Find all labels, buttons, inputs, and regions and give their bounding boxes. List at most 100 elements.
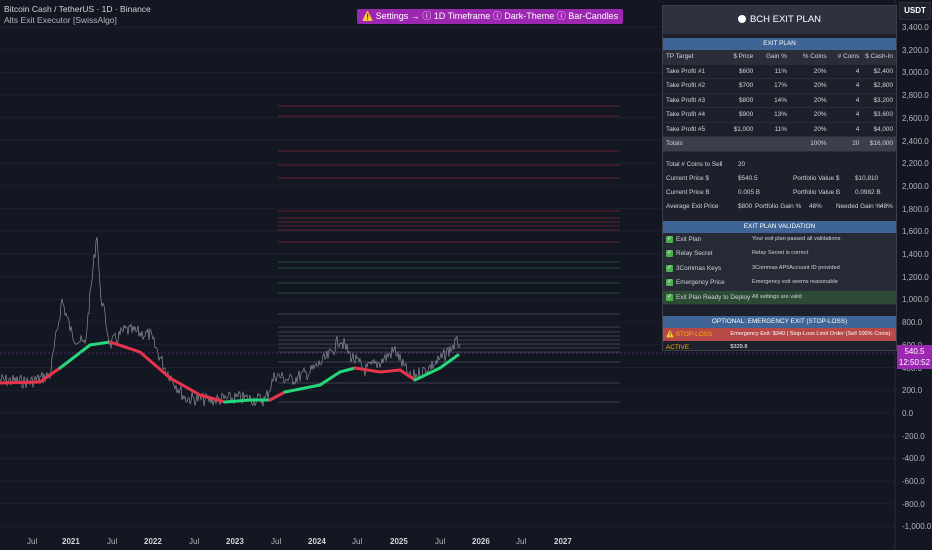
price-axis-label: -200.0 xyxy=(902,431,925,441)
validation-message: Relay Secret is correct xyxy=(752,250,809,256)
col-price: $ Price xyxy=(733,53,754,60)
checkmark-icon: ✓ xyxy=(666,293,673,301)
trend-ribbon xyxy=(353,366,382,374)
plan-cell: 4 xyxy=(855,82,860,89)
time-axis-label: 2026 xyxy=(472,537,490,546)
needed-gain-label: Needed Gain % xyxy=(836,202,882,210)
plan-cell: $800 xyxy=(739,96,754,104)
stop-loss-message: Emergency Exit: $340 | Stop-Loss Limit O… xyxy=(730,331,892,350)
time-axis-label: 2025 xyxy=(390,537,408,546)
trend-ribbon xyxy=(223,398,252,404)
plan-cell: $900 xyxy=(739,111,754,118)
plan-cell: 20% xyxy=(813,125,827,133)
validation-row: ✓ Exit Plan Your exit plan passed all vali… xyxy=(663,232,896,247)
panel-title-text: BCH EXIT PLAN xyxy=(749,14,822,25)
totals-gain xyxy=(753,137,787,151)
portfolio-btc-value: 0.0982 B xyxy=(855,188,881,196)
exit-plan-section-header: EXIT PLAN xyxy=(663,38,896,50)
plan-cell: Take Profit #1 xyxy=(666,67,706,75)
plan-cell: $3,200 xyxy=(873,96,893,104)
settings-banner: ⚠️ Settings → ⓘ 1D Timeframe ⓘ Dark-Them… xyxy=(357,9,624,24)
totals-price xyxy=(725,137,753,151)
trend-ribbon xyxy=(438,353,460,370)
validation-message: 3Commas API/Account ID provided xyxy=(752,264,840,271)
exit-plan-panel: BCH EXIT PLAN EXIT PLAN TP Target $ Pric… xyxy=(662,5,897,351)
validation-section-header: EXIT PLAN VALIDATION xyxy=(663,220,896,233)
col-pct-coins: % Coins xyxy=(802,53,827,60)
plan-cell: 4 xyxy=(855,111,860,118)
trend-ribbon xyxy=(108,340,142,354)
price-axis-label: 800.0 xyxy=(902,318,923,328)
plan-cell: $3,600 xyxy=(873,111,893,118)
trend-ribbon xyxy=(283,383,322,394)
summary-coins-row: Total # Coins to Sell 20 xyxy=(663,158,896,172)
price-axis-label: -1,000.0 xyxy=(902,522,932,532)
plan-cell: 20% xyxy=(813,111,827,118)
time-axis-label: 2022 xyxy=(144,537,162,546)
symbol-title[interactable]: Bitcoin Cash / TetherUS · 1D · Binance xyxy=(4,4,151,15)
validation-message: Emergency exit seems reasonable xyxy=(752,279,838,285)
plan-cell: 11% xyxy=(774,125,787,133)
currency-button[interactable]: USDT xyxy=(899,2,931,20)
plan-row-tp2: Take Profit #2 $700 17% 20% 4 $2,800 xyxy=(663,79,896,94)
plan-row-tp1: Take Profit #1 $600 11% 20% 4 $2,400 xyxy=(663,65,896,79)
price-axis-label: 2,000.0 xyxy=(902,181,929,191)
panel-title: BCH EXIT PLAN xyxy=(663,6,896,34)
time-axis-label: Jul xyxy=(435,537,446,546)
current-price-usd-label: Current Price $ xyxy=(666,174,709,182)
col-tp-target: TP Target xyxy=(666,53,694,60)
price-axis-label: 1,800.0 xyxy=(902,204,929,214)
time-axis-label: Jul xyxy=(352,537,363,546)
plan-cell: 20% xyxy=(813,82,827,89)
totals-label: Totals xyxy=(666,140,683,147)
trend-ribbon xyxy=(138,350,172,380)
plan-cell: $2,800 xyxy=(873,82,893,89)
summary-btc-row: Current Price B 0.005 B Portfolio Value … xyxy=(663,186,896,200)
plan-cell: $2,400 xyxy=(873,67,893,75)
price-axis-label: 1,400.0 xyxy=(902,250,929,259)
coin-icon xyxy=(737,15,746,23)
time-axis-label: Jul xyxy=(271,537,282,546)
plan-cell: $1,000 xyxy=(733,125,754,133)
portfolio-usd-value: $10,810 xyxy=(855,174,879,182)
time-axis-label: 2021 xyxy=(62,537,80,546)
summary-usd-row: Current Price $ $540.5 Portfolio Value $… xyxy=(663,172,896,186)
portfolio-btc-label: Portfolio Value B xyxy=(793,188,841,196)
price-axis-label: 2,800.0 xyxy=(902,91,929,101)
plan-row-tp4: Take Profit #4 $900 13% 20% 4 $3,600 xyxy=(663,108,896,123)
plan-cell: 13% xyxy=(774,111,787,118)
checkmark-icon: ✓ xyxy=(666,264,673,272)
time-axis-label: 2023 xyxy=(226,537,244,546)
price-axis-label: 200.0 xyxy=(902,386,923,396)
optional-section-header: OPTIONAL: EMERGENCY EXIT (STOP-LOSS) xyxy=(663,316,896,328)
coins-value: 20 xyxy=(738,160,746,168)
trend-ribbon xyxy=(38,366,62,384)
coins-label: Total # Coins to Sell xyxy=(666,160,723,168)
current-price-tag: 540.5 12:50:52 xyxy=(897,345,932,369)
validation-label: Exit Plan xyxy=(676,235,702,243)
plan-row-tp5: Take Profit #5 $1,000 11% 20% 4 $4,000 xyxy=(663,123,896,137)
plan-cell: 17% xyxy=(774,82,787,89)
plan-cell: $4,000 xyxy=(873,125,893,133)
totals-pct-coins: 100% xyxy=(810,140,827,147)
price-axis-label: 1,200.0 xyxy=(902,272,929,282)
validation-row: ✓ 3Commas Keys 3Commas API/Account ID prov… xyxy=(663,261,896,276)
current-price-usd-value: $540.5 xyxy=(738,174,758,182)
trend-ribbon xyxy=(58,343,92,370)
totals-num-coins: 20 xyxy=(852,140,860,147)
col-cash-in: $ Cash-In xyxy=(865,53,893,60)
plan-cell: 4 xyxy=(855,96,860,104)
validation-row: ✓ Exit Plan Ready to Deploy All settings a… xyxy=(663,290,896,305)
indicator-title[interactable]: Alts Exit Executor [SwissAlgo] xyxy=(4,15,151,26)
price-axis-label: 0.0 xyxy=(902,408,914,418)
time-axis-label: Jul xyxy=(516,537,527,546)
plan-totals-row: Totals 100% 20 $16,000 xyxy=(663,137,896,152)
portfolio-gain-value: 48% xyxy=(809,202,822,210)
col-num-coins: # Coins xyxy=(837,53,860,60)
trend-ribbon xyxy=(378,368,402,374)
portfolio-usd-label: Portfolio Value $ xyxy=(793,174,840,182)
time-axis-label: 2027 xyxy=(554,537,572,546)
price-axis-label: -600.0 xyxy=(902,477,925,486)
price-axis-label: 2,200.0 xyxy=(902,159,929,169)
summary-gain-row: Average Exit Price $800 Portfolio Gain %… xyxy=(663,200,896,214)
